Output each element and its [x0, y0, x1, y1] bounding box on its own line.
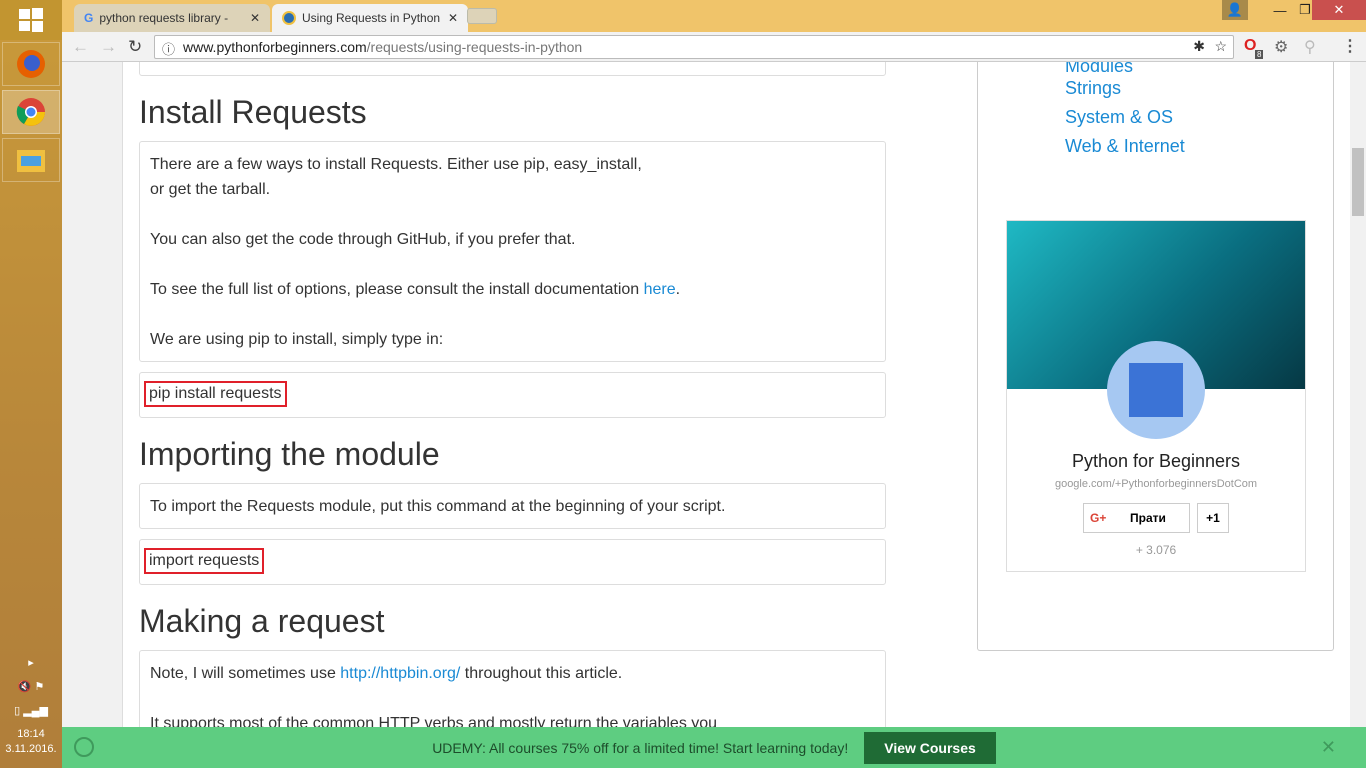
profile-icon[interactable]: 👤 — [1222, 0, 1248, 20]
article-content: Install Requests There are a few ways to… — [122, 62, 1350, 768]
code-block: import requests — [139, 539, 886, 585]
chrome-taskbar-icon[interactable] — [2, 90, 60, 134]
clock-time[interactable]: 18:14 — [0, 728, 62, 740]
clock-date[interactable]: 3.11.2016. — [0, 743, 62, 755]
tab-using-requests[interactable]: Using Requests in Python ✕ — [272, 4, 468, 32]
firefox-taskbar-icon[interactable] — [2, 42, 60, 86]
close-tab-icon[interactable]: ✕ — [250, 11, 260, 25]
search-extension-icon[interactable]: ⚲ — [1304, 37, 1316, 57]
close-window-button[interactable]: ✕ — [1312, 0, 1366, 20]
info-icon[interactable]: ⓘ — [162, 39, 175, 58]
heading-importing-module: Importing the module — [139, 436, 440, 472]
httpbin-link[interactable]: http://httpbin.org/ — [340, 665, 460, 682]
site-favicon-icon — [282, 11, 296, 25]
profile-logo — [1107, 341, 1205, 439]
banner-text: UDEMY: All courses 75% off for a limited… — [432, 739, 849, 756]
film-reel-extension-icon[interactable]: ⚙ — [1274, 37, 1288, 57]
previous-content-box — [139, 62, 886, 76]
new-tab-button[interactable] — [467, 8, 497, 24]
code-import-requests: import requests — [144, 548, 265, 574]
start-button[interactable] — [0, 0, 62, 40]
tab-google-search[interactable]: Gpython requests library - ✕ — [74, 4, 270, 32]
sidebar-link-modules[interactable]: Modules — [1065, 62, 1133, 77]
sidebar-link-strings[interactable]: Strings — [1065, 78, 1121, 99]
install-docs-link[interactable]: here — [644, 281, 676, 298]
view-courses-button[interactable]: View Courses — [864, 731, 996, 764]
reload-button[interactable]: ↻ — [128, 37, 142, 57]
profile-name[interactable]: Python for Beginners — [1007, 451, 1305, 472]
heading-making-request: Making a request — [139, 603, 385, 639]
scrollbar-thumb[interactable] — [1352, 148, 1364, 216]
google-plus-icon: G+ — [1090, 511, 1107, 525]
install-text-box: There are a few ways to install Requests… — [139, 141, 886, 362]
web-page: Install Requests There are a few ways to… — [62, 62, 1350, 768]
follower-count: + 3.076 — [1135, 543, 1177, 557]
page-scrollbar[interactable] — [1350, 62, 1366, 768]
browser-toolbar: ← → ↻ ⓘ www.pythonforbeginners.com/reque… — [62, 32, 1366, 62]
volume-muted-icon[interactable]: 🔇 ⚑ — [0, 680, 62, 693]
promo-banner: UDEMY: All courses 75% off for a limited… — [62, 727, 1366, 768]
forward-button[interactable]: → — [100, 37, 117, 57]
close-tab-icon[interactable]: ✕ — [448, 11, 458, 25]
heading-install-requests: Install Requests — [139, 94, 367, 130]
google-favicon-icon: G — [84, 11, 94, 25]
battery-signal-icon[interactable]: ▯ ▂▄▆ — [0, 704, 62, 717]
windows-logo-icon — [19, 8, 43, 32]
code-block: pip install requests — [139, 372, 886, 418]
google-plus-badge: Python for Beginners google.com/+Pythonf… — [1006, 220, 1306, 572]
sidebar: Modules Strings System & OS Web & Intern… — [977, 62, 1334, 651]
menu-icon[interactable]: ⋮ — [1342, 36, 1358, 56]
udemy-logo-icon — [74, 737, 94, 757]
follow-button[interactable]: G+ Прати — [1083, 503, 1190, 533]
profile-url[interactable]: google.com/+PythonforbeginnersDotCom — [1007, 478, 1305, 490]
bookmark-star-icon[interactable]: ☆ — [1214, 38, 1227, 55]
plus-one-button[interactable]: +1 — [1197, 503, 1229, 533]
address-bar[interactable]: ⓘ www.pythonforbeginners.com/requests/us… — [154, 35, 1234, 59]
sidebar-link-web-internet[interactable]: Web & Internet — [1065, 136, 1185, 157]
extension-blocked-icon[interactable]: ✱ — [1193, 38, 1205, 55]
windows-taskbar: ▸ 🔇 ⚑ ▯ ▂▄▆ 18:14 3.11.2016. — [0, 0, 62, 768]
tab-strip: Gpython requests library - ✕ Using Reques… — [62, 0, 1366, 32]
close-banner-icon[interactable]: ✕ — [1321, 737, 1336, 758]
back-button[interactable]: ← — [72, 37, 89, 57]
extension-badge: 8 — [1255, 50, 1264, 59]
code-pip-install: pip install requests — [144, 381, 287, 407]
file-explorer-taskbar-icon[interactable] — [2, 138, 60, 182]
tray-expand-icon[interactable]: ▸ — [0, 656, 62, 669]
sidebar-link-system-os[interactable]: System & OS — [1065, 107, 1173, 128]
import-text-box: To import the Requests module, put this … — [139, 483, 886, 529]
